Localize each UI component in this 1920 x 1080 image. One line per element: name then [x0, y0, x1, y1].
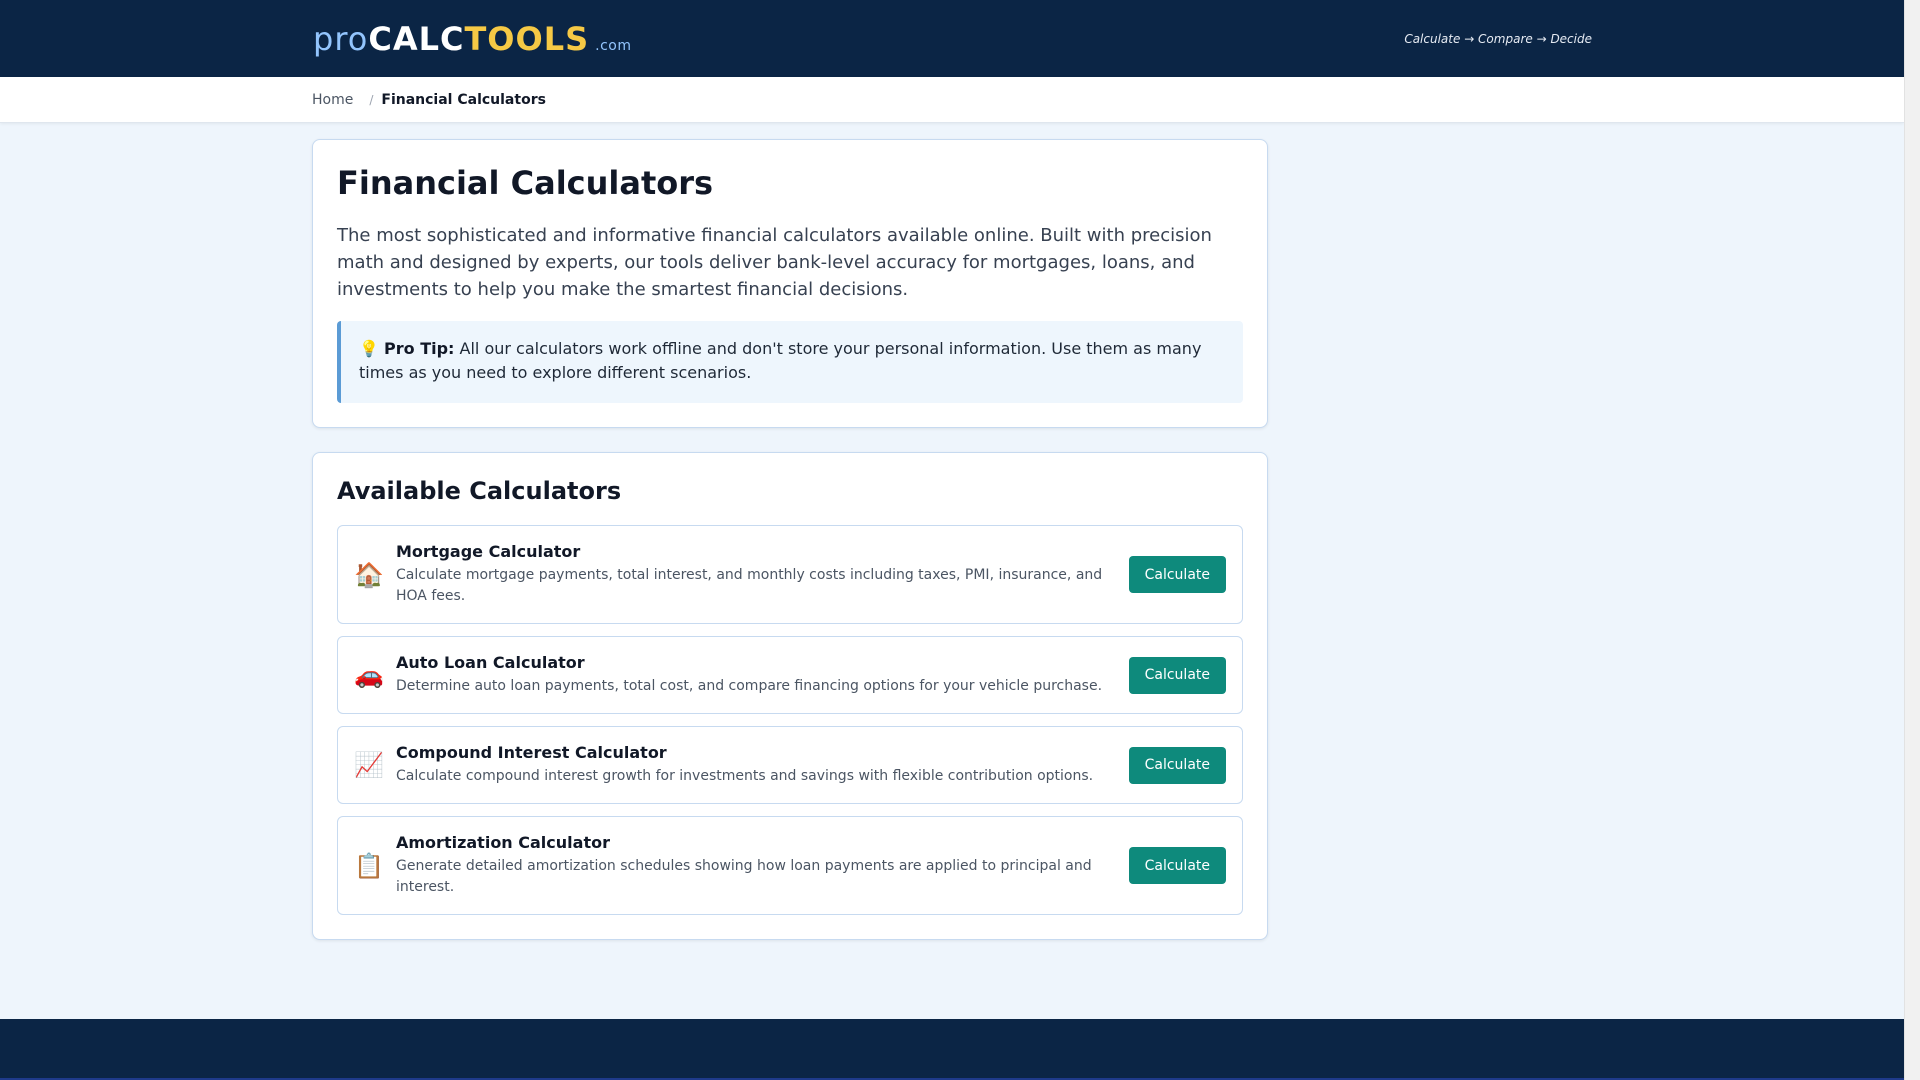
house-icon: 🏠	[354, 560, 384, 589]
car-icon: 🚗	[354, 661, 384, 689]
chart-increasing-icon: 📈	[354, 751, 384, 779]
breadcrumb-home-link[interactable]: Home	[312, 92, 353, 108]
calculator-name: Compound Interest Calculator	[396, 743, 667, 762]
calculator-item-auto-loan: 🚗 Auto Loan Calculator Determine auto lo…	[337, 636, 1243, 714]
page-description: The most sophisticated and informative f…	[337, 225, 1212, 300]
breadcrumb-bar: Home / Financial Calculators	[0, 77, 1904, 123]
calculate-button-amortization[interactable]: Calculate	[1128, 847, 1226, 884]
page: pro CALC TOOLS .com Calculate → Compare …	[0, 0, 1904, 1080]
logo-com: .com	[595, 37, 632, 54]
calculator-description: Generate detailed amortization schedules…	[396, 858, 1092, 895]
clipboard-icon: 📋	[354, 851, 384, 880]
calculator-name: Amortization Calculator	[396, 833, 610, 852]
logo-calc: CALC	[368, 19, 465, 58]
main-content: Financial Calculators The most sophistic…	[312, 139, 1592, 940]
calculate-button-compound-interest[interactable]: Calculate	[1128, 746, 1226, 784]
calculator-name: Auto Loan Calculator	[396, 653, 585, 672]
pro-tip-text: All our calculators work offline and don…	[359, 339, 1202, 382]
site-header: pro CALC TOOLS .com Calculate → Compare …	[0, 0, 1904, 77]
calculator-description: Calculate mortgage payments, total inter…	[396, 567, 1103, 604]
section-title: Available Calculators	[337, 477, 622, 505]
breadcrumb-separator: /	[369, 93, 374, 107]
pro-tip-label: Pro Tip:	[384, 339, 455, 358]
site-footer	[0, 1019, 1904, 1080]
calculate-button-mortgage[interactable]: Calculate	[1128, 556, 1226, 593]
header-tagline: Calculate → Compare → Decide	[1404, 31, 1592, 46]
intro-card: Financial Calculators The most sophistic…	[312, 139, 1268, 428]
breadcrumb: Home / Financial Calculators	[312, 77, 1592, 123]
calculator-description: Calculate compound interest growth for i…	[396, 768, 1094, 784]
calculator-description: Determine auto loan payments, total cost…	[396, 678, 1103, 694]
breadcrumb-current: Financial Calculators	[381, 92, 546, 108]
calculator-item-mortgage: 🏠 Mortgage Calculator Calculate mortgage…	[337, 525, 1243, 624]
calculator-name: Mortgage Calculator	[396, 542, 581, 561]
pro-tip-box: 💡 Pro Tip: All our calculators work offl…	[337, 321, 1243, 403]
site-logo[interactable]: pro CALC TOOLS .com	[313, 20, 632, 58]
logo-pro: pro	[313, 19, 369, 58]
page-scrollbar[interactable]	[1904, 0, 1920, 1080]
logo-tools: TOOLS	[464, 19, 590, 58]
page-title: Financial Calculators	[337, 164, 714, 202]
lightbulb-icon: 💡	[359, 339, 379, 358]
calculator-item-compound-interest: 📈 Compound Interest Calculator Calculate…	[337, 726, 1243, 804]
calculate-button-auto-loan[interactable]: Calculate	[1128, 656, 1226, 694]
calculator-item-amortization: 📋 Amortization Calculator Generate detai…	[337, 816, 1243, 915]
calculators-card: Available Calculators 🏠 Mortgage Calcula…	[312, 452, 1268, 940]
